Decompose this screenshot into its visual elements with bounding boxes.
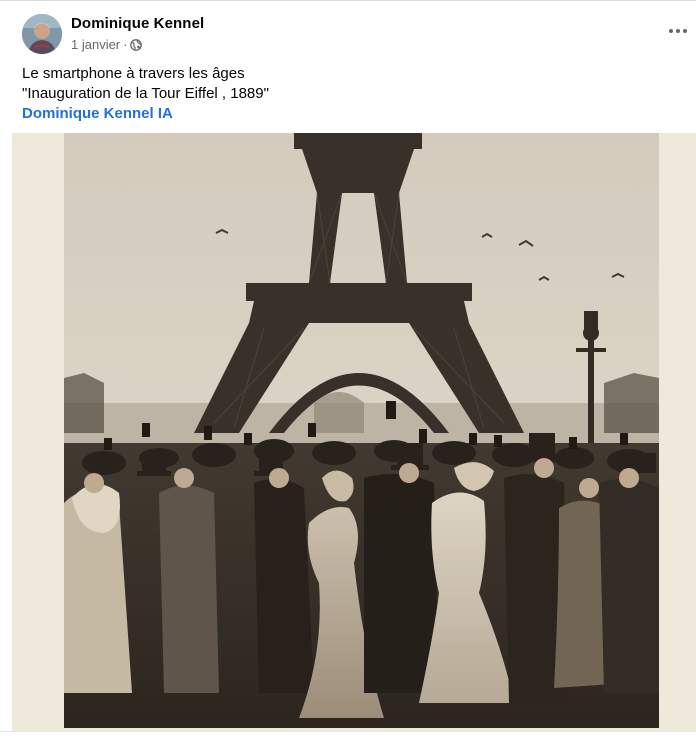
meta-separator: ·	[123, 37, 128, 52]
post-text-line-1: Le smartphone à travers les âges	[22, 65, 245, 82]
post-header: Dominique Kennel 1 janvier ·	[0, 1, 696, 63]
post-date[interactable]: 1 janvier	[71, 37, 120, 52]
author-ia-link[interactable]: Dominique Kennel IA	[22, 104, 662, 124]
author-name[interactable]: Dominique Kennel	[71, 15, 204, 32]
post-media[interactable]	[12, 133, 696, 733]
post-bottom-divider	[0, 731, 696, 739]
post-text-line-2: "Inauguration de la Tour Eiffel , 1889"	[22, 85, 269, 102]
more-options-icon[interactable]	[666, 19, 690, 43]
post-photo[interactable]	[64, 133, 659, 728]
globe-icon[interactable]	[130, 38, 143, 51]
post-meta: 1 janvier ·	[71, 37, 143, 52]
avatar[interactable]	[22, 14, 62, 54]
facebook-post: Dominique Kennel 1 janvier · Le smartpho	[0, 0, 696, 739]
post-text: Le smartphone à travers les âges "Inaugu…	[22, 64, 662, 124]
